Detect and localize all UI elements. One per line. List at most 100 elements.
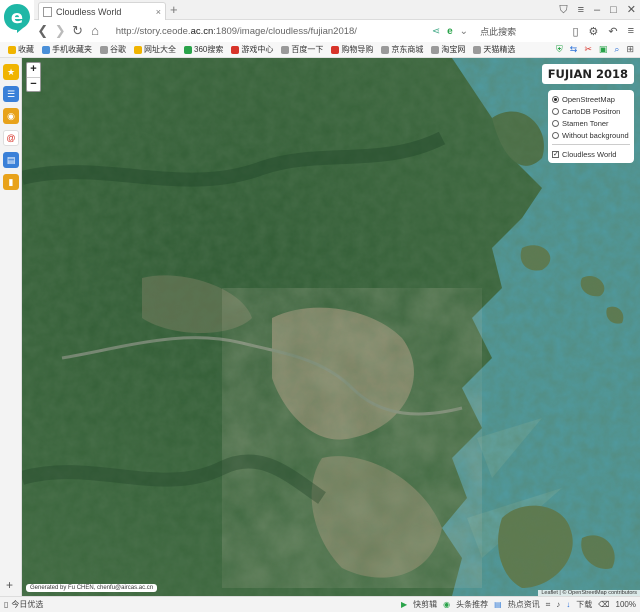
cleanup-icon[interactable]: ⌫ [598, 600, 609, 609]
bookmark-item[interactable]: 京东商城 [381, 44, 423, 55]
maximize-icon[interactable]: □ [610, 2, 617, 18]
bookmark-item[interactable]: 淘宝网 [431, 44, 465, 55]
status-item-hot-news[interactable]: 热点资讯 [508, 599, 540, 610]
document-icon[interactable]: ▤ [3, 152, 19, 168]
grid-icon[interactable]: ⊞ [626, 44, 634, 55]
shirt-skin-icon[interactable]: ⛉ [559, 2, 567, 18]
tab-cloudless-world[interactable]: Cloudless World × [38, 2, 166, 20]
bookmark-item[interactable]: 购物导购 [331, 44, 373, 55]
bookmark-item[interactable]: 网址大全 [134, 44, 176, 55]
address-bar[interactable]: http://story.ceode. ac.cn:1809/image/clou… [112, 22, 374, 40]
bookmark-label: 360搜索 [194, 45, 224, 54]
bookmark-item[interactable]: 天猫精选 [473, 44, 515, 55]
bookmark-label: 天猫精选 [483, 45, 516, 54]
bookmark-icon [431, 45, 440, 54]
bookmark-label: 网址大全 [144, 45, 176, 54]
bookmark-item[interactable]: 百度一下 [281, 44, 323, 55]
status-item-quick-edit[interactable]: 快剪辑 [413, 599, 437, 610]
menu-lines-icon[interactable]: ≡ [578, 2, 584, 18]
layer-option-cartodb-positron[interactable]: CartoDB Positron [552, 105, 630, 117]
phone-icon[interactable]: ▯ [572, 25, 578, 38]
add-icon[interactable]: + [6, 578, 13, 592]
layer-option-stamen-toner[interactable]: Stamen Toner [552, 117, 630, 129]
forward-icon[interactable]: ❯ [51, 22, 68, 40]
bookmark-item[interactable]: 收藏 [8, 44, 34, 55]
weibo-icon[interactable]: ◉ [3, 108, 19, 124]
mail-icon[interactable]: @ [3, 130, 19, 146]
radio-button[interactable] [552, 95, 559, 103]
map-view[interactable]: + − FUJIAN 2018 OpenStreetMap CartoDB Po… [22, 58, 640, 596]
bookmark-label: 百度一下 [291, 45, 324, 54]
layer-label: Stamen Toner [562, 118, 609, 128]
sidebar: ★ ☰ ◉ @ ▤ ▮ + [0, 58, 22, 596]
new-tab-button[interactable]: + [170, 2, 178, 18]
list-icon[interactable]: ☰ [3, 86, 19, 102]
bookmark-icon [134, 45, 142, 54]
radio-button[interactable] [552, 119, 559, 127]
note-icon[interactable]: ▮ [3, 174, 19, 190]
zoom-control: + − [26, 62, 41, 92]
url-path: :1809/image/cloudless/fujian2018/ [213, 25, 357, 37]
minimize-icon[interactable]: – [594, 2, 600, 18]
bookmark-icon [100, 45, 108, 54]
bookmark-item[interactable]: 360搜索 [184, 44, 223, 55]
browser-logo-icon: e [4, 4, 30, 33]
zoom-out-button[interactable]: − [27, 77, 40, 91]
status-item-headlines[interactable]: 头条推荐 [456, 599, 488, 610]
phone-small-icon: ▯ [4, 600, 9, 609]
sound-icon[interactable]: ♪ [556, 600, 560, 609]
search-input[interactable]: 点此搜索 [476, 23, 572, 39]
overlay-label: Cloudless World [562, 149, 617, 159]
overlay-option-cloudless-world[interactable]: ✓ Cloudless World [552, 148, 630, 160]
radio-button[interactable] [552, 107, 559, 115]
close-tab-icon[interactable]: × [156, 7, 161, 17]
checkbox[interactable]: ✓ [552, 150, 559, 158]
status-left-label[interactable]: 今日优选 [11, 599, 43, 610]
search-icon[interactable]: ⌕ [614, 44, 619, 55]
engine-icon[interactable]: e [447, 26, 453, 37]
reload-icon[interactable]: ↻ [69, 22, 86, 40]
bookmark-icon [8, 45, 16, 54]
layer-control: OpenStreetMap CartoDB Positron Stamen To… [548, 90, 634, 163]
tab-bar: Cloudless World × + ⛉ ≡ – □ ✕ [34, 0, 640, 20]
map-title: FUJIAN 2018 [541, 64, 634, 84]
screenshot-icon[interactable]: ⌗ [546, 600, 551, 610]
main-menu-icon[interactable]: ≡ [628, 25, 634, 38]
close-window-icon[interactable]: ✕ [627, 2, 636, 18]
status-item-download[interactable]: 下载 [576, 599, 592, 610]
layer-option-openstreetmap[interactable]: OpenStreetMap [552, 93, 630, 105]
navigation-bar: ❮ ❯ ↻ ⌂ http://story.ceode. ac.cn:1809/im… [34, 20, 640, 42]
news-icon: ▤ [494, 600, 502, 609]
dropdown-icon[interactable]: ⌄ [460, 26, 468, 37]
tab-title: Cloudless World [56, 6, 122, 17]
bookmark-label: 谷歌 [110, 45, 126, 54]
home-icon[interactable]: ⌂ [86, 22, 103, 40]
layer-label: OpenStreetMap [562, 94, 615, 104]
bookmark-label: 购物导购 [341, 45, 374, 54]
radio-button[interactable] [552, 131, 559, 139]
back-icon[interactable]: ❮ [34, 22, 51, 40]
star-icon[interactable]: ★ [3, 64, 19, 80]
download-icon: ↓ [566, 600, 571, 609]
status-bar: ▯ 今日优选 ▶ 快剪辑 ◉ 头条推荐 ▤ 热点资讯 ⌗ ♪ ↓ 下载 ⌫ 10… [0, 596, 640, 612]
apps-icon[interactable]: ⚙ [589, 25, 599, 38]
bookmark-item[interactable]: 手机收藏夹 [42, 44, 92, 55]
bookmarks-bar: 收藏 手机收藏夹 谷歌 网址大全 360搜索 游戏中心 百度一下 购物导购 京东商城 淘宝网 天猫精… [0, 42, 640, 58]
bookmark-label: 收藏 [18, 45, 34, 54]
cut-icon[interactable]: ✂ [584, 44, 592, 55]
bookmark-label: 手机收藏夹 [52, 45, 92, 54]
logo-letter: e [11, 7, 23, 28]
bookmark-item[interactable]: 谷歌 [100, 44, 126, 55]
zoom-in-button[interactable]: + [27, 63, 40, 77]
undo-icon[interactable]: ↶ [608, 25, 617, 38]
shield-icon[interactable]: ⛨ [556, 44, 563, 55]
bookmark-icon [42, 45, 50, 54]
zoom-level[interactable]: 100% [616, 600, 636, 609]
translate-icon[interactable]: ⇆ [570, 44, 578, 55]
share-icon[interactable]: ⋖ [432, 26, 440, 37]
game-icon[interactable]: ▣ [599, 44, 608, 55]
bookmark-item[interactable]: 游戏中心 [231, 44, 273, 55]
layer-option-without-background[interactable]: Without background [552, 129, 630, 141]
layer-label: Without background [562, 130, 629, 140]
bookmark-icon [184, 45, 192, 54]
